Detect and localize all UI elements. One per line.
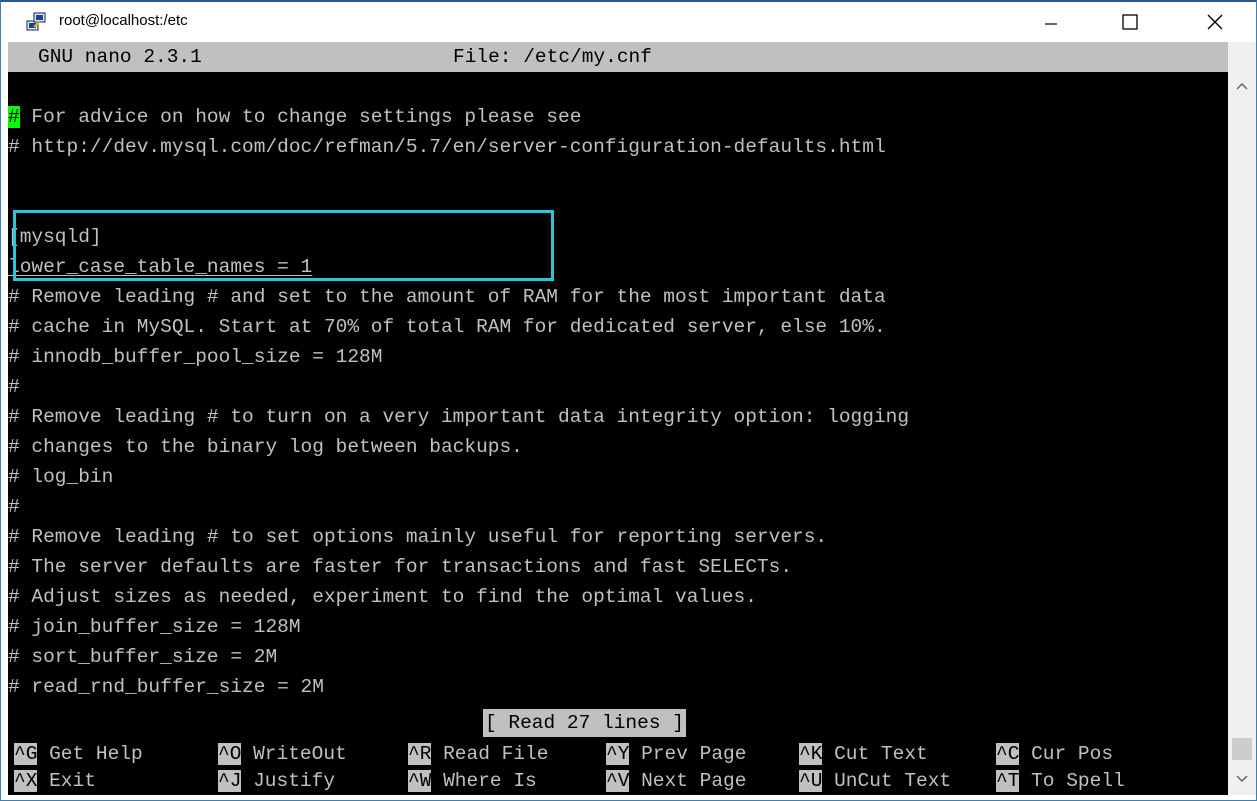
shortcut-get-help[interactable]: ^G Get Help	[14, 739, 143, 769]
window-title: root@localhost:/etc	[59, 12, 188, 29]
maximize-icon	[1122, 14, 1138, 30]
editor-line[interactable]: #	[8, 492, 1228, 522]
nano-header: GNU nano 2.3.1 File: /etc/my.cnf	[8, 42, 1228, 72]
maximize-button[interactable]	[1101, 2, 1159, 42]
editor-line[interactable]: # Remove leading # to set options mainly…	[8, 522, 1228, 552]
shortcut-uncut-text[interactable]: ^U UnCut Text	[799, 766, 951, 796]
highlight-annotation-box	[13, 210, 554, 281]
minimize-icon	[1045, 23, 1057, 25]
shortcut-cut-text[interactable]: ^K Cut Text	[799, 739, 928, 769]
editor-line[interactable]: # sort_buffer_size = 2M	[8, 642, 1228, 672]
vertical-scrollbar[interactable]	[1228, 42, 1256, 795]
scroll-thumb[interactable]	[1232, 738, 1252, 760]
editor-line[interactable]: # join_buffer_size = 128M	[8, 612, 1228, 642]
shortcut-where-is[interactable]: ^W Where Is	[408, 766, 537, 796]
editor-line[interactable]: #	[8, 372, 1228, 402]
editor-line[interactable]: # The server defaults are faster for tra…	[8, 552, 1228, 582]
editor-line[interactable]: # http://dev.mysql.com/doc/refman/5.7/en…	[8, 132, 1228, 162]
shortcut-exit[interactable]: ^X Exit	[14, 766, 96, 796]
shortcut-next-page[interactable]: ^V Next Page	[606, 766, 746, 796]
editor-line[interactable]: # cache in MySQL. Start at 70% of total …	[8, 312, 1228, 342]
editor-line[interactable]: # log_bin	[8, 462, 1228, 492]
editor-line[interactable]: # For advice on how to change settings p…	[8, 102, 1228, 132]
shortcut-to-spell[interactable]: ^T To Spell	[996, 766, 1125, 796]
chevron-up-icon	[1236, 83, 1248, 90]
minimize-button[interactable]	[1022, 2, 1080, 42]
title-bar[interactable]: root@localhost:/etc	[1, 2, 1256, 42]
editor-line[interactable]: # Adjust sizes as needed, experiment to …	[8, 582, 1228, 612]
close-button[interactable]	[1186, 2, 1244, 42]
chevron-down-icon	[1236, 775, 1248, 782]
putty-icon[interactable]	[26, 12, 48, 32]
status-message: [ Read 27 lines ]	[483, 709, 686, 737]
editor-line[interactable]: # innodb_buffer_pool_size = 128M	[8, 342, 1228, 372]
editor-line[interactable]: # changes to the binary log between back…	[8, 432, 1228, 462]
nano-editor[interactable]: GNU nano 2.3.1 File: /etc/my.cnf # For a…	[8, 42, 1228, 795]
shortcut-cur-pos[interactable]: ^C Cur Pos	[996, 739, 1113, 769]
shortcut-writeout[interactable]: ^O WriteOut	[218, 739, 347, 769]
shortcut-prev-page[interactable]: ^Y Prev Page	[606, 739, 746, 769]
shortcut-read-file[interactable]: ^R Read File	[408, 739, 548, 769]
nano-version: GNU nano 2.3.1	[38, 46, 202, 68]
scroll-down-button[interactable]	[1228, 765, 1256, 793]
scroll-up-button[interactable]	[1228, 72, 1256, 100]
shortcut-justify[interactable]: ^J Justify	[218, 766, 335, 796]
close-icon	[1207, 14, 1223, 30]
file-name: File: /etc/my.cnf	[453, 46, 652, 68]
terminal-window: root@localhost:/etc GNU nano 2.3.1 File:…	[0, 0, 1257, 801]
editor-line[interactable]: # Remove leading # and set to the amount…	[8, 282, 1228, 312]
editor-line[interactable]	[8, 162, 1228, 192]
editor-line[interactable]: # Remove leading # to turn on a very imp…	[8, 402, 1228, 432]
text-cursor: #	[8, 106, 20, 128]
editor-line[interactable]	[8, 72, 1228, 102]
editor-line[interactable]: # read_rnd_buffer_size = 2M	[8, 672, 1228, 702]
